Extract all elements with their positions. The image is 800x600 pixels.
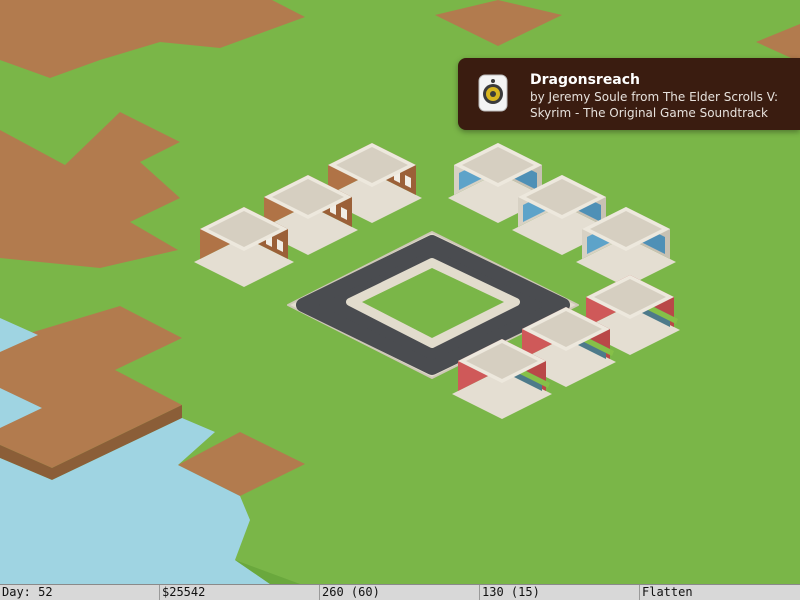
- day-counter: Day: 52: [0, 585, 160, 600]
- notification-body: by Jeremy Soule from The Elder Scrolls V…: [530, 90, 778, 120]
- money-display: $25542: [160, 585, 320, 600]
- status-bar: Day: 52 $25542 260 (60) 130 (15) Flatten: [0, 584, 800, 600]
- speaker-icon: [478, 74, 508, 112]
- jobs-display: 130 (15): [480, 585, 640, 600]
- population-display: 260 (60): [320, 585, 480, 600]
- now-playing-notification[interactable]: Dragonsreach by Jeremy Soule from The El…: [458, 58, 800, 130]
- current-tool[interactable]: Flatten: [640, 585, 800, 600]
- notification-title: Dragonsreach: [530, 72, 641, 88]
